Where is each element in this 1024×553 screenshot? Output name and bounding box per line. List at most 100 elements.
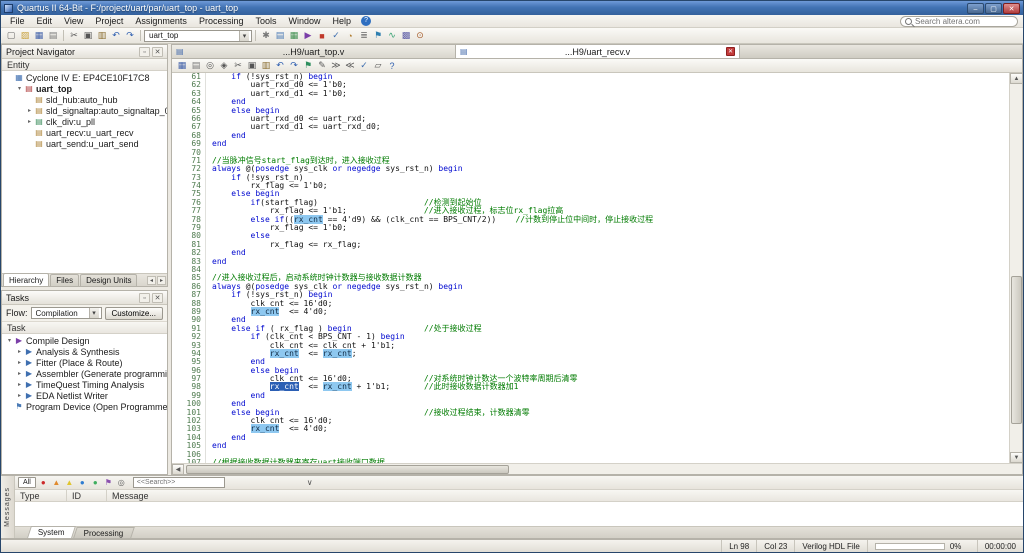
- code-line[interactable]: 79 rx_flag <= 1'b0;: [172, 224, 1009, 232]
- task-tree-item[interactable]: ▸▶Assembler (Generate programming files): [2, 368, 167, 379]
- scroll-left-icon[interactable]: ◀: [172, 464, 184, 475]
- task-tree-item[interactable]: ▾▶Compile Design: [2, 335, 167, 346]
- task-tree-item[interactable]: ▸▶TimeQuest Timing Analysis: [2, 379, 167, 390]
- ed-analyze-file-icon[interactable]: ✓: [357, 59, 371, 72]
- programmer-icon[interactable]: ⚑: [371, 29, 385, 42]
- tab-scroll-right-icon[interactable]: ▸: [157, 276, 166, 285]
- redo-icon[interactable]: ↷: [123, 29, 137, 42]
- save-icon[interactable]: ▦: [32, 29, 46, 42]
- code-line[interactable]: 83end: [172, 258, 1009, 266]
- ed-find-icon[interactable]: ◎: [203, 59, 217, 72]
- vscrollbar-thumb[interactable]: [1011, 276, 1022, 424]
- altera-search-box[interactable]: [900, 16, 1018, 27]
- collapse-arrow-icon[interactable]: ▸: [25, 118, 34, 125]
- collapse-chevron-icon[interactable]: ∨: [307, 478, 313, 487]
- code-line[interactable]: 103 rx_cnt <= 4'd0;: [172, 425, 1009, 433]
- help-icon[interactable]: ?: [361, 16, 371, 26]
- editor-vertical-scrollbar[interactable]: ▲ ▼: [1009, 73, 1022, 463]
- netlist-viewer-icon[interactable]: ≣: [357, 29, 371, 42]
- task-tree-item[interactable]: ⚑Program Device (Open Programmer): [2, 401, 167, 412]
- filter-find-icon[interactable]: ◎: [116, 477, 127, 488]
- collapse-arrow-icon[interactable]: ▸: [15, 348, 24, 355]
- assignment-editor-icon[interactable]: ▤: [273, 29, 287, 42]
- ed-indent-icon[interactable]: ≫: [329, 59, 343, 72]
- entity-tree-item[interactable]: ▤sld_hub:auto_hub: [2, 94, 167, 105]
- close-panel-icon[interactable]: ✕: [152, 293, 163, 303]
- menu-project[interactable]: Project: [89, 16, 129, 26]
- collapse-arrow-icon[interactable]: ▸: [15, 370, 24, 377]
- chip-planner-icon[interactable]: ▩: [399, 29, 413, 42]
- entity-tree-item[interactable]: ▸▤clk_div:u_pll: [2, 116, 167, 127]
- messages-search-input[interactable]: [137, 479, 221, 486]
- entity-tree-item[interactable]: ▸▤sld_signaltap:auto_signaltap_0: [2, 105, 167, 116]
- menu-processing[interactable]: Processing: [193, 16, 250, 26]
- entity-column-header[interactable]: Entity: [2, 59, 167, 71]
- menu-assignments[interactable]: Assignments: [129, 16, 193, 26]
- entity-tree-item[interactable]: ▤uart_recv:u_uart_recv: [2, 127, 167, 138]
- start-compilation-icon[interactable]: ▶: [301, 29, 315, 42]
- close-button[interactable]: ✕: [1003, 3, 1020, 14]
- editor-tab[interactable]: ▤...H9/uart_recv.v✕: [456, 45, 740, 58]
- menu-help[interactable]: Help: [327, 16, 358, 26]
- menu-edit[interactable]: Edit: [31, 16, 59, 26]
- ed-paste-icon[interactable]: ▥: [259, 59, 273, 72]
- minimize-button[interactable]: –: [967, 3, 984, 14]
- menu-view[interactable]: View: [58, 16, 89, 26]
- settings-icon[interactable]: ✱: [259, 29, 273, 42]
- navigator-tab-hierarchy[interactable]: Hierarchy: [3, 273, 49, 286]
- copy-icon[interactable]: ▣: [81, 29, 95, 42]
- ed-replace-icon[interactable]: ◈: [217, 59, 231, 72]
- ed-print-icon[interactable]: ▤: [189, 59, 203, 72]
- stop-icon[interactable]: ■: [315, 29, 329, 42]
- entity-tree-item[interactable]: ▾▤uart_top: [2, 83, 167, 94]
- task-tree-item[interactable]: ▸▶EDA Netlist Writer: [2, 390, 167, 401]
- task-tree-item[interactable]: ▸▶Analysis & Synthesis: [2, 346, 167, 357]
- code-line[interactable]: 89 rx_cnt <= 4'd0;: [172, 308, 1009, 316]
- collapse-arrow-icon[interactable]: ▸: [15, 381, 24, 388]
- navigator-tab-files[interactable]: Files: [50, 274, 79, 286]
- filter-flag-icon[interactable]: ⚑: [103, 477, 114, 488]
- cut-icon[interactable]: ✂: [67, 29, 81, 42]
- system-console-icon[interactable]: ⊙: [413, 29, 427, 42]
- ed-copy-icon[interactable]: ▣: [245, 59, 259, 72]
- editor-tab[interactable]: ▤...H9/uart_top.v: [172, 45, 456, 58]
- message-column-header[interactable]: Message: [107, 490, 1023, 501]
- ed-cut-icon[interactable]: ✂: [231, 59, 245, 72]
- dock-panel-icon[interactable]: ▫: [139, 47, 150, 57]
- menu-window[interactable]: Window: [282, 16, 326, 26]
- code-line[interactable]: 82 end: [172, 249, 1009, 257]
- code-line[interactable]: 68 end: [172, 132, 1009, 140]
- tab-scroll-left-icon[interactable]: ◂: [147, 276, 156, 285]
- close-tab-icon[interactable]: ✕: [726, 47, 735, 56]
- scroll-down-icon[interactable]: ▼: [1010, 452, 1023, 463]
- paste-icon[interactable]: ▥: [95, 29, 109, 42]
- expand-arrow-icon[interactable]: ▾: [15, 85, 24, 92]
- filter-info-icon[interactable]: ●: [77, 477, 88, 488]
- new-file-icon[interactable]: ▢: [4, 29, 18, 42]
- code-line[interactable]: 105end: [172, 442, 1009, 450]
- ed-undo-icon[interactable]: ↶: [273, 59, 287, 72]
- code-line[interactable]: 104 end: [172, 434, 1009, 442]
- filter-extra-info-icon[interactable]: ●: [90, 477, 101, 488]
- analysis-synthesis-icon[interactable]: ✓: [329, 29, 343, 42]
- menu-tools[interactable]: Tools: [249, 16, 282, 26]
- code-line[interactable]: 94 rx_cnt <= rx_cnt;: [172, 350, 1009, 358]
- expand-arrow-icon[interactable]: ▾: [5, 337, 14, 344]
- task-column-header[interactable]: Task: [2, 322, 167, 334]
- navigator-tab-design-units[interactable]: Design Units: [80, 274, 137, 286]
- altera-search-input[interactable]: [915, 17, 1024, 26]
- task-tree-item[interactable]: ▸▶Fitter (Place & Route): [2, 357, 167, 368]
- close-panel-icon[interactable]: ✕: [152, 47, 163, 57]
- ed-comment-icon[interactable]: ✎: [315, 59, 329, 72]
- customize-button[interactable]: Customize...: [105, 307, 163, 320]
- type-column-header[interactable]: Type: [15, 490, 67, 501]
- timequest-icon[interactable]: ◔: [343, 29, 357, 42]
- ed-bookmark-icon[interactable]: ⚑: [301, 59, 315, 72]
- messages-tab-processing[interactable]: Processing: [73, 527, 134, 538]
- ed-help-icon[interactable]: ?: [385, 59, 399, 72]
- ed-create-symbol-icon[interactable]: ▱: [371, 59, 385, 72]
- messages-body[interactable]: [15, 502, 1023, 526]
- signaltap-icon[interactable]: ∿: [385, 29, 399, 42]
- project-combo[interactable]: uart_top ▾: [144, 30, 252, 42]
- messages-side-tab[interactable]: Messages: [1, 476, 15, 538]
